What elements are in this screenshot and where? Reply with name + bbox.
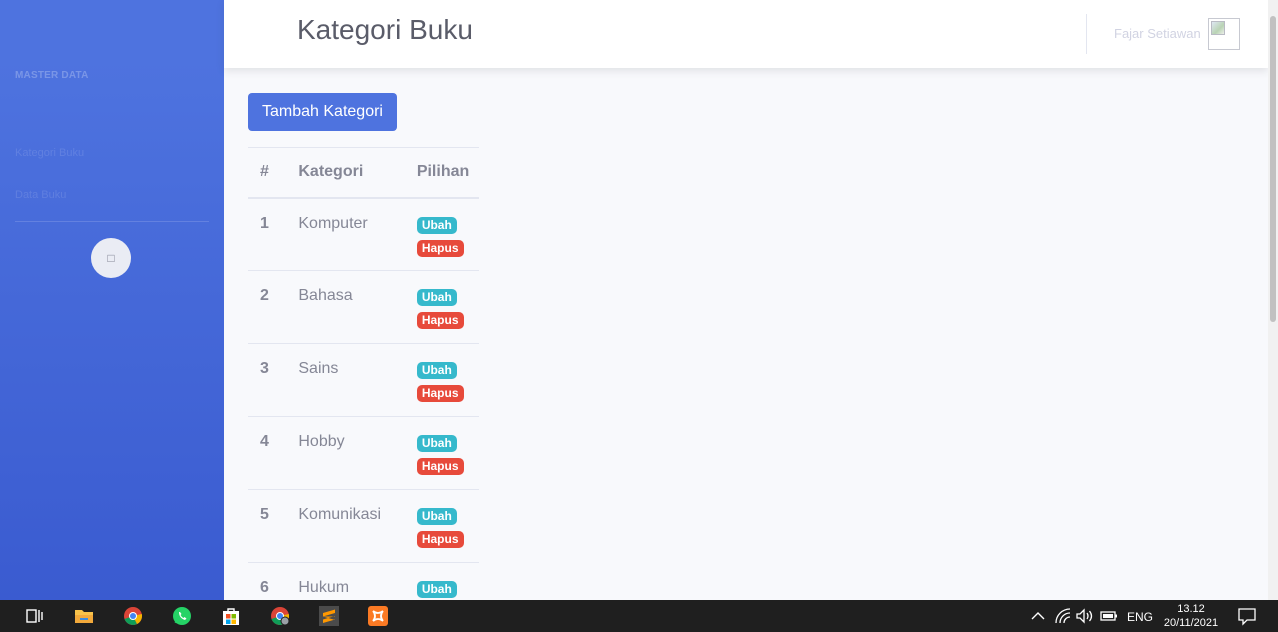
whatsapp-icon[interactable]	[172, 606, 192, 626]
page-title: Kategori Buku	[297, 14, 473, 45]
sidebar-divider	[15, 221, 209, 222]
row-category-name: Hobby	[286, 416, 411, 490]
xampp-icon[interactable]	[368, 606, 388, 626]
volume-icon[interactable]	[1075, 606, 1095, 626]
row-number: 1	[248, 197, 287, 271]
delete-button[interactable]: Hapus	[416, 531, 464, 548]
table-row: 4 Hobby Ubah Hapus	[248, 416, 479, 490]
scrollbar-thumb[interactable]	[1270, 16, 1276, 322]
task-view-icon[interactable]	[24, 606, 44, 626]
battery-icon[interactable]	[1099, 606, 1119, 626]
column-header-number: #	[248, 147, 287, 199]
row-number: 3	[248, 343, 287, 417]
row-number: 4	[248, 416, 287, 490]
clock[interactable]: 13.12 20/11/2021	[1158, 602, 1224, 630]
table-row: 5 Komunikasi Ubah Hapus	[248, 489, 479, 563]
page-scrollbar[interactable]	[1268, 0, 1278, 600]
user-name[interactable]: Fajar Setiawan	[1114, 26, 1201, 41]
row-number: 2	[248, 270, 287, 344]
sidebar-item-kategori[interactable]: Kategori Buku	[15, 147, 84, 159]
delete-button[interactable]: Hapus	[416, 385, 464, 402]
chevron-left-icon: □	[107, 251, 115, 265]
table-header-row: # Kategori Pilihan	[248, 147, 479, 199]
language-indicator[interactable]: ENG	[1127, 610, 1153, 624]
table-row: 1 Komputer Ubah Hapus	[248, 197, 479, 271]
delete-button[interactable]: Hapus	[416, 239, 464, 257]
row-category-name: Komunikasi	[286, 489, 411, 563]
row-actions: Ubah Hapus	[410, 416, 479, 490]
sidebar-toggle-button[interactable]: □	[91, 238, 131, 278]
row-actions: Ubah Hapus	[410, 197, 479, 271]
delete-button[interactable]: Hapus	[416, 312, 464, 329]
edit-button[interactable]: Ubah	[416, 362, 457, 379]
clock-time: 13.12	[1177, 603, 1205, 615]
topbar-divider	[1086, 14, 1087, 54]
delete-button[interactable]: Hapus	[416, 458, 464, 475]
row-actions: Ubah Hapus	[410, 270, 479, 344]
file-explorer-icon[interactable]	[74, 606, 94, 626]
sidebar-item-buku[interactable]: Data Buku	[15, 189, 66, 201]
edit-button[interactable]: Ubah	[416, 435, 457, 452]
row-category-name: Komputer	[286, 197, 411, 271]
row-category-name: Bahasa	[286, 270, 411, 344]
row-number: 5	[248, 489, 287, 563]
column-header-pilihan: Pilihan	[410, 147, 479, 199]
edit-button[interactable]: Ubah	[416, 216, 457, 234]
sidebar: MASTER DATA Kategori Buku Data Buku □	[0, 0, 224, 600]
chevron-up-icon[interactable]	[1028, 606, 1048, 626]
chrome-icon[interactable]	[123, 606, 143, 626]
add-category-button[interactable]: Tambah Kategori	[248, 93, 397, 131]
row-category-name: Sains	[286, 343, 411, 417]
column-header-kategori: Kategori	[286, 147, 411, 199]
table-row: 2 Bahasa Ubah Hapus	[248, 270, 479, 344]
broken-image-icon	[1211, 21, 1225, 35]
row-actions: Ubah Hapus	[410, 489, 479, 563]
clock-date: 20/11/2021	[1163, 617, 1219, 629]
windows-taskbar: ENG 13.12 20/11/2021	[0, 600, 1278, 632]
edit-button[interactable]: Ubah	[416, 581, 457, 598]
row-actions: Ubah Hapus	[410, 343, 479, 417]
topbar: Kategori Buku Fajar Setiawan	[224, 0, 1268, 68]
edit-button[interactable]: Ubah	[416, 289, 457, 306]
notification-icon[interactable]	[1237, 606, 1257, 626]
sidebar-heading: MASTER DATA	[15, 70, 89, 81]
table-row: 3 Sains Ubah Hapus	[248, 343, 479, 417]
edit-button[interactable]: Ubah	[416, 508, 457, 525]
avatar[interactable]	[1208, 18, 1240, 50]
wifi-icon[interactable]	[1053, 606, 1073, 626]
chrome-profile-icon[interactable]	[270, 606, 290, 626]
store-icon[interactable]	[221, 606, 241, 626]
sublime-text-icon[interactable]	[319, 606, 339, 626]
category-table: # Kategori Pilihan 1 Komputer Ubah Hapus 2 Ba…	[248, 147, 479, 632]
